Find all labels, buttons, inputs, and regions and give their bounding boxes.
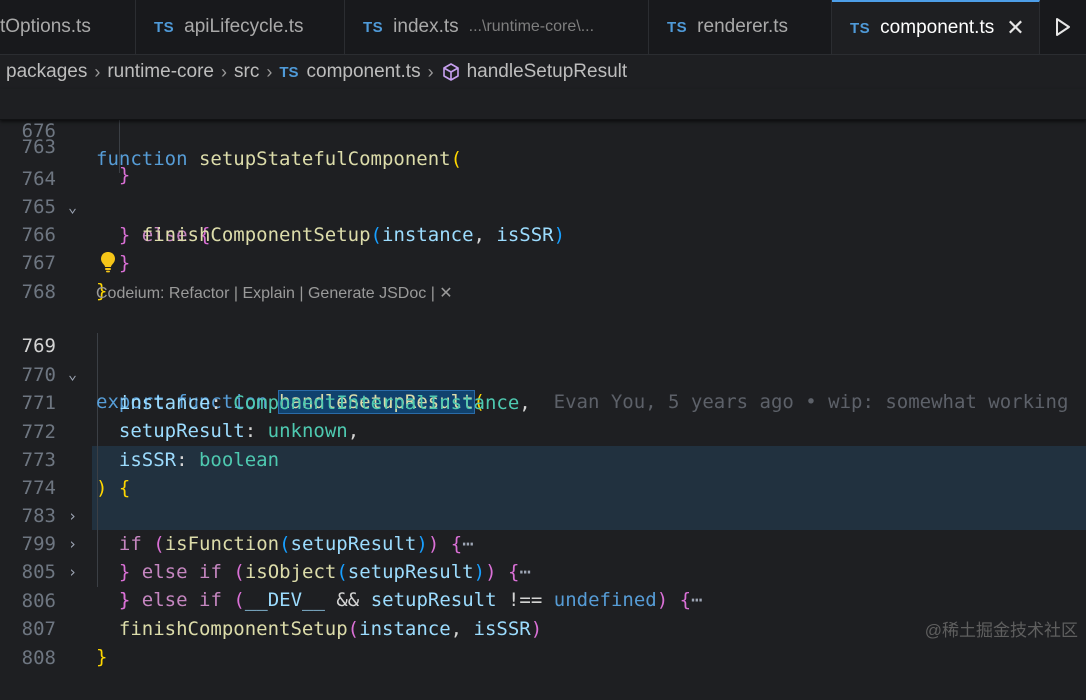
line-number: 768 [21,281,56,303]
tab-label: index.ts [393,16,459,37]
breadcrumb-item-file[interactable]: component.ts [307,61,421,83]
code-line: 807 } [0,587,1086,668]
codelens-close[interactable]: | ✕ [426,285,453,302]
code-line: 768 [0,250,1086,303]
watermark: @稀土掘金技术社区 [924,621,1078,640]
code-line: 772 isSSR: boolean [0,390,1086,471]
code-line: 770 instance: ComponentInternalInstance, [0,333,1086,414]
code-line: 783 › } else if (isObject(setupResult)) … [0,474,1086,583]
codelens-refactor[interactable]: Codeium: Refactor [96,285,229,302]
line-number: 676 [21,120,56,142]
run-button[interactable] [1040,0,1086,54]
lightbulb-icon[interactable] [99,251,117,278]
codelens-explain[interactable]: Explain [242,285,294,302]
close-tab-icon[interactable]: ✕ [1006,15,1024,41]
tab-tOptions[interactable]: tOptions.ts [0,0,136,54]
code-line: 773 ) { [0,418,1086,499]
code-line: 808 [0,616,1086,669]
tab-apiLifecycle[interactable]: TS apiLifecycle.ts [136,0,345,54]
breadcrumb-item-symbol[interactable]: handleSetupResult [467,61,628,83]
code-text: } [96,646,108,668]
line-number: 808 [21,647,56,669]
sticky-scroll-header[interactable]: 676 function setupStatefulComponent( [0,89,1086,170]
code-editor[interactable]: 676 function setupStatefulComponent( 763… [0,89,1086,669]
code-text: function setupStatefulComponent( [96,148,463,170]
code-line: 766 } [0,193,1086,274]
breadcrumb-item-runtime-core[interactable]: runtime-core [107,61,214,83]
breadcrumb-item-packages[interactable]: packages [6,61,87,83]
tab-description: ...\runtime-core\... [468,18,595,35]
tab-label: apiLifecycle.ts [184,16,304,37]
codelens-generate-jsdoc[interactable]: Generate JSDoc [308,285,426,302]
chevron-right-icon: › [427,61,434,82]
tab-renderer[interactable]: TS renderer.ts [649,0,832,54]
tab-label: renderer.ts [697,16,788,37]
typescript-file-icon: TS [279,63,299,81]
play-icon [1056,18,1070,36]
tab-label: component.ts [880,17,995,38]
chevron-right-icon: › [266,61,273,82]
editor-tab-bar: tOptions.ts TS apiLifecycle.ts TS index.… [0,0,1086,55]
typescript-file-icon: TS [154,18,175,36]
code-line: 805 } [0,530,1086,611]
chevron-right-icon: › [94,61,101,82]
typescript-file-icon: TS [850,19,871,37]
code-line: 774 › if (isFunction(setupResult)) {⋯ [0,446,1086,555]
code-line: 799 › } else if (__DEV__ && setupResult … [0,502,1086,611]
tab-label: tOptions.ts [0,16,91,37]
typescript-file-icon: TS [363,18,384,36]
breadcrumb: packages › runtime-core › src › TS compo… [0,55,1086,89]
breadcrumb-item-src[interactable]: src [234,61,259,83]
code-line: 676 function setupStatefulComponent( [0,89,1086,170]
code-line: 771 setupResult: unknown, [0,361,1086,442]
tab-component[interactable]: TS component.ts ✕ [832,0,1040,54]
code-line: 767 } [0,221,1086,302]
typescript-file-icon: TS [667,18,688,36]
method-cube-icon [441,62,461,82]
code-line: 806 finishComponentSetup(instance, isSSR… [0,559,1086,640]
code-line: 769 ⌄ export function handleSetupResult(… [0,304,1086,414]
chevron-right-icon: › [221,61,227,82]
tab-index[interactable]: TS index.ts ...\runtime-core\... [345,0,649,54]
